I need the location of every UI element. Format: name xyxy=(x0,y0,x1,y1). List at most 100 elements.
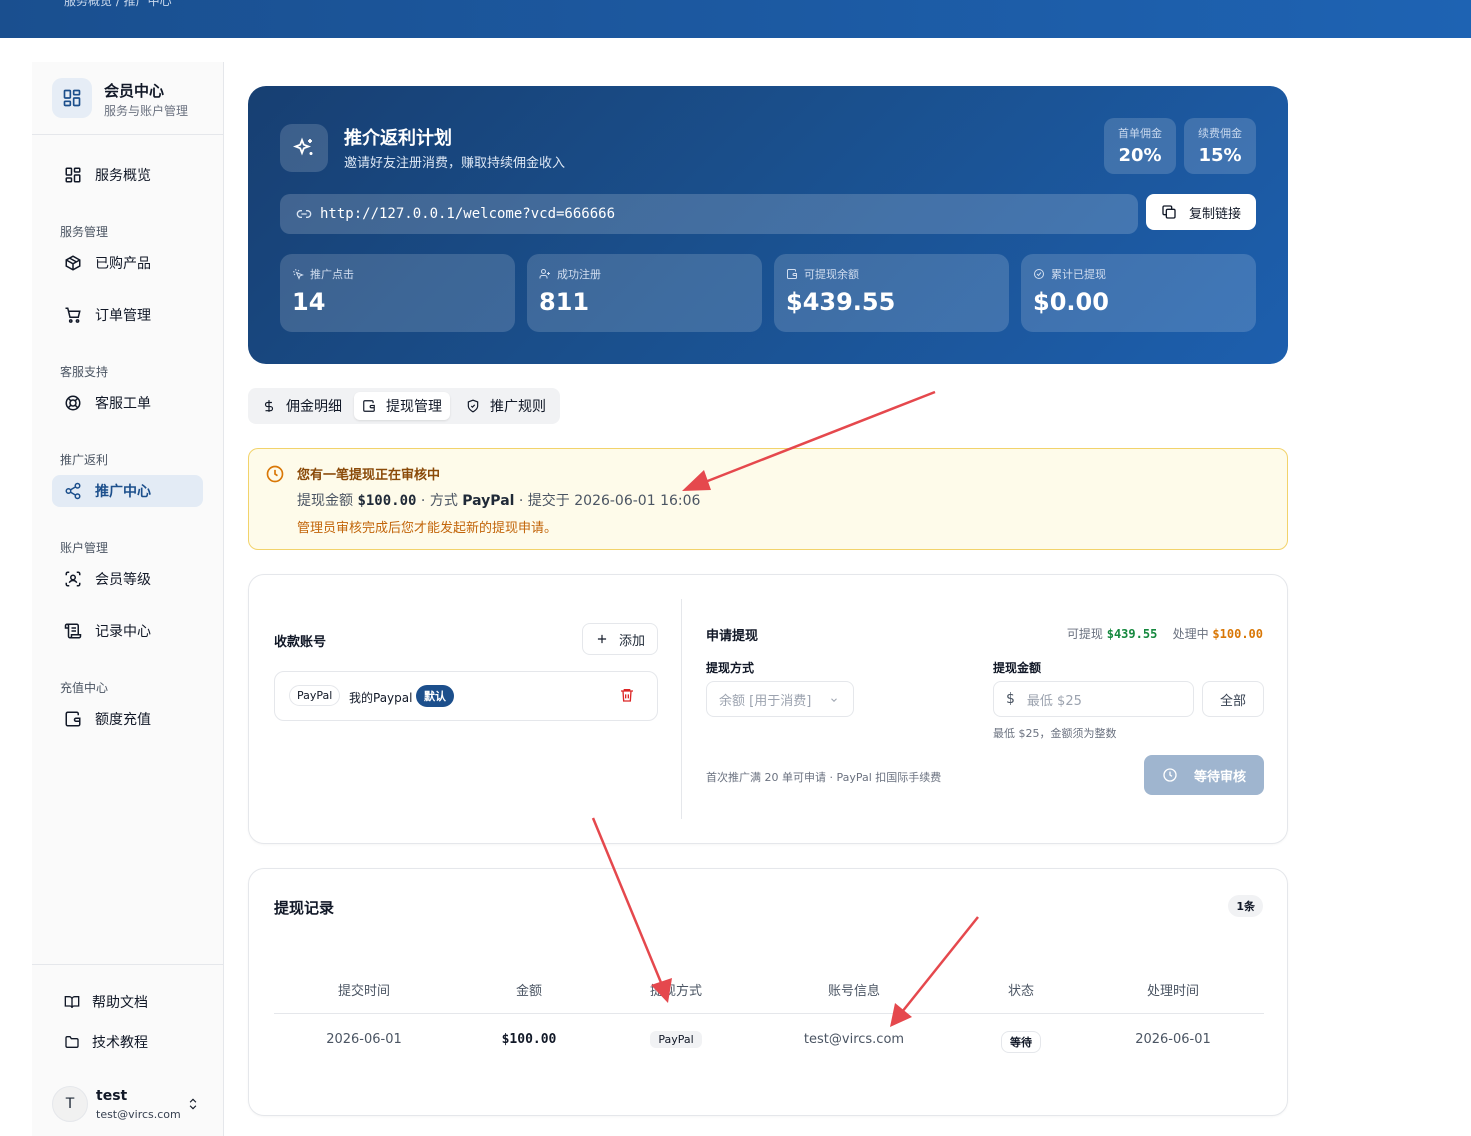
stat-label: 可提现余额 xyxy=(804,268,859,281)
sidebar-item-label: 订单管理 xyxy=(95,308,151,324)
alert-submitted: · 提交于 2026-06-01 16:06 xyxy=(518,493,701,509)
copy-icon xyxy=(1162,205,1176,219)
stat-value: 811 xyxy=(539,288,590,316)
sidebar-item-referral-center[interactable]: 推广中心 xyxy=(52,475,203,507)
withdraw-title: 申请提现 xyxy=(706,629,759,644)
sidebar-item-tickets[interactable]: 客服工单 xyxy=(52,387,203,419)
chevron-down-icon xyxy=(831,698,837,702)
alert-amount: $100.00 xyxy=(357,493,417,509)
add-account-label: 添加 xyxy=(618,633,645,649)
sidebar-divider xyxy=(32,964,224,965)
stat-registrations: 成功注册 811 xyxy=(527,254,762,332)
rate-value: 20% xyxy=(1118,145,1162,166)
link-icon xyxy=(296,210,312,218)
stat-total-withdrawn: 累计已提现 $0.00 xyxy=(1021,254,1256,332)
sidebar-group-account: 账户管理 xyxy=(60,541,109,555)
cell-status: 等待 xyxy=(941,1031,1101,1053)
copy-link-button[interactable]: 复制链接 xyxy=(1146,194,1256,230)
sidebar-group-recharge: 充值中心 xyxy=(60,681,109,695)
breadcrumb: 服务概览 / 推广中心 xyxy=(64,0,172,8)
column-header: 账号信息 xyxy=(827,984,880,999)
wallet-icon xyxy=(787,269,797,279)
tab-withdraw[interactable]: 提现管理 xyxy=(354,392,450,420)
plus-icon xyxy=(597,634,607,644)
tab-bar: 佣金明细 提现管理 推广规则 xyxy=(248,388,560,424)
column-divider xyxy=(681,599,682,819)
first-commission-rate: 首单佣金 20% xyxy=(1104,118,1176,174)
currency-symbol: $ xyxy=(1006,691,1015,707)
dashboard-icon xyxy=(65,167,81,183)
column-header: 提交时间 xyxy=(337,984,390,999)
withdraw-method-select[interactable]: 余额 [用于消费] xyxy=(706,681,854,717)
cursor-click-icon xyxy=(292,268,304,280)
tab-label: 提现管理 xyxy=(386,399,442,415)
withdraw-amount-input[interactable]: $ 最低 $25 xyxy=(993,681,1194,717)
referral-link-field[interactable]: http://127.0.0.1/welcome?vcd=666666 xyxy=(280,194,1138,234)
stat-available-balance: 可提现余额 $439.55 xyxy=(774,254,1009,332)
tab-rules[interactable]: 推广规则 xyxy=(458,392,554,420)
column-header: 处理时间 xyxy=(1146,984,1199,999)
add-account-button[interactable]: 添加 xyxy=(582,623,658,655)
cart-icon xyxy=(65,307,81,323)
clock-icon xyxy=(266,465,284,483)
sidebar-item-label: 服务概览 xyxy=(95,168,151,184)
renew-commission-rate: 续费佣金 15% xyxy=(1184,118,1256,174)
withdraw-all-button[interactable]: 全部 xyxy=(1202,681,1264,717)
pending-review-label: 等待审核 xyxy=(1193,769,1246,785)
stat-value: 14 xyxy=(292,288,326,316)
pending-review-button[interactable]: 等待审核 xyxy=(1144,755,1264,795)
tab-commission[interactable]: 佣金明细 xyxy=(254,392,350,420)
scroll-icon xyxy=(64,623,82,639)
user-plus-icon xyxy=(539,269,550,279)
column-header: 提现方式 xyxy=(649,984,702,999)
stat-value: $0.00 xyxy=(1033,288,1109,316)
sidebar-item-level[interactable]: 会员等级 xyxy=(52,563,203,595)
amount-label: 提现金额 xyxy=(993,661,1042,675)
processing-amount: $100.00 xyxy=(1212,627,1263,641)
method-tag: PayPal xyxy=(650,1031,702,1048)
sidebar-item-topup[interactable]: 额度充值 xyxy=(52,703,203,735)
alert-note: 管理员审核完成后您才能发起新的提现申请。 xyxy=(297,521,558,536)
column-header: 金额 xyxy=(515,984,542,999)
hero-title: 推介返利计划 xyxy=(344,128,452,149)
accounts-title: 收款账号 xyxy=(274,635,327,650)
top-header-bar: 服务概览 / 推广中心 xyxy=(0,0,1471,38)
sidebar-item-tutorials[interactable]: 技术教程 xyxy=(64,1032,148,1052)
sidebar-item-label: 已购产品 xyxy=(95,256,151,272)
amount-placeholder: 最低 $25 xyxy=(1026,693,1082,709)
rate-label: 首单佣金 xyxy=(1118,127,1162,140)
sidebar-item-docs[interactable]: 帮助文档 xyxy=(64,992,148,1012)
available-label: 可提现 xyxy=(1066,627,1103,641)
records-title: 提现记录 xyxy=(274,899,335,917)
records-count-badge: 1条 xyxy=(1228,895,1263,917)
cell-account: test@vircs.com xyxy=(803,1032,905,1047)
dashboard-logo-icon xyxy=(52,78,92,118)
sidebar-subtitle: 服务与账户管理 xyxy=(104,104,189,118)
stat-label: 推广点击 xyxy=(310,268,354,281)
sidebar-group-referral: 推广返利 xyxy=(60,453,109,467)
column-header: 状态 xyxy=(1007,984,1034,999)
trash-icon[interactable] xyxy=(619,687,635,703)
sidebar-item-products[interactable]: 已购产品 xyxy=(52,247,203,279)
sidebar-item-overview[interactable]: 服务概览 xyxy=(52,159,203,191)
amount-hint: 最低 $25，金额须为整数 xyxy=(993,727,1117,740)
withdraw-records-card: 提现记录 1条 提交时间 金额 提现方式 账号信息 状态 处理时间 2026-0… xyxy=(248,868,1288,1116)
account-name: 我的Paypal xyxy=(349,691,413,705)
sidebar: 会员中心 服务与账户管理 服务概览 服务管理 已购产品 订单管理 客服支持 客服… xyxy=(32,62,224,1136)
sidebar-item-orders[interactable]: 订单管理 xyxy=(52,299,203,331)
cell-method: PayPal xyxy=(596,1031,756,1048)
rate-label: 续费佣金 xyxy=(1198,127,1242,140)
user-menu[interactable]: T test test@vircs.com xyxy=(52,1086,212,1126)
sidebar-item-records[interactable]: 记录中心 xyxy=(52,615,203,647)
withdraw-balance-summary: 可提现 $439.55 处理中 $100.00 xyxy=(1067,625,1263,642)
payout-account-item[interactable]: PayPal 我的Paypal 默认 xyxy=(274,671,658,721)
cell-amount: $100.00 xyxy=(501,1032,557,1047)
hero-subtitle: 邀请好友注册消费，赚取持续佣金收入 xyxy=(344,156,566,171)
method-value: 余额 [用于消费] xyxy=(719,693,812,709)
table-divider xyxy=(274,1013,1264,1014)
status-badge: 等待 xyxy=(1001,1031,1041,1053)
wallet-icon xyxy=(363,400,375,412)
avatar: T xyxy=(52,1086,88,1122)
rate-value: 15% xyxy=(1198,145,1242,166)
cell-submitted: 2026-06-01 xyxy=(326,1032,402,1047)
